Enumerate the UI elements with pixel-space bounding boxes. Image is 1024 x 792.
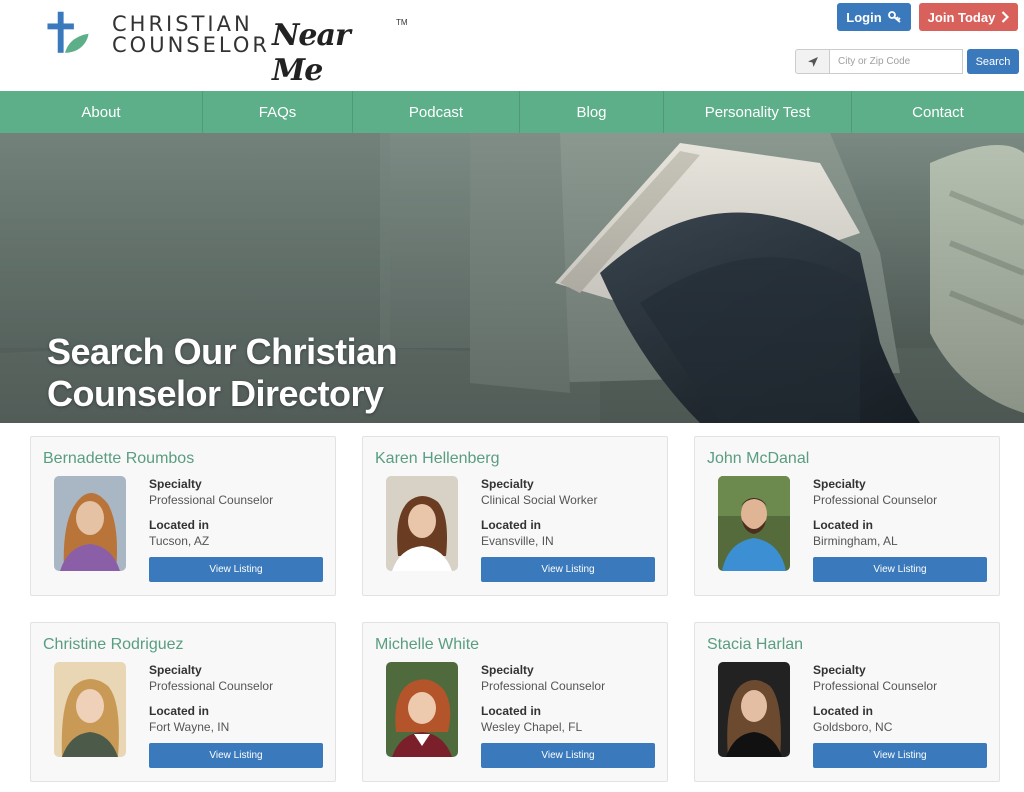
- counselor-name[interactable]: Bernadette Roumbos: [43, 450, 194, 468]
- counselor-photo[interactable]: [386, 476, 458, 571]
- key-icon: [887, 11, 901, 23]
- location-value: Goldsboro, NC: [813, 720, 893, 734]
- hero-title: Search Our Christian Counselor Directory: [47, 331, 398, 414]
- nav-contact[interactable]: Contact: [852, 91, 1024, 133]
- location-search: Search: [795, 49, 1019, 74]
- nav-about[interactable]: About: [0, 91, 203, 133]
- site-header: CHRISTIAN COUNSELOR Near Me TM Login Joi…: [0, 0, 1024, 91]
- site-logo[interactable]: CHRISTIAN COUNSELOR Near Me TM: [46, 4, 408, 88]
- listing-card: John McDanal Specialty Professional Coun…: [694, 436, 1000, 596]
- specialty-label: Specialty: [481, 477, 534, 491]
- counselor-photo[interactable]: [386, 662, 458, 757]
- counselor-photo[interactable]: [54, 476, 126, 571]
- location-arrow-icon: [807, 56, 818, 67]
- cross-leaf-icon: [47, 11, 89, 53]
- location-value: Tucson, AZ: [149, 534, 210, 548]
- logo-trademark: TM: [396, 18, 408, 27]
- view-listing-button[interactable]: View Listing: [813, 557, 987, 582]
- specialty-label: Specialty: [813, 663, 866, 677]
- login-label: Login: [846, 9, 882, 25]
- listing-card: Bernadette Roumbos Specialty Professiona…: [30, 436, 336, 596]
- view-listing-button[interactable]: View Listing: [481, 743, 655, 768]
- view-listing-button[interactable]: View Listing: [481, 557, 655, 582]
- specialty-label: Specialty: [149, 477, 202, 491]
- nav-podcast[interactable]: Podcast: [353, 91, 520, 133]
- location-value: Birmingham, AL: [813, 534, 898, 548]
- counselor-name[interactable]: Stacia Harlan: [707, 636, 803, 654]
- city-zip-input[interactable]: [829, 49, 963, 74]
- nav-personality-test[interactable]: Personality Test: [664, 91, 852, 133]
- search-button[interactable]: Search: [967, 49, 1019, 74]
- counselor-name[interactable]: Christine Rodriguez: [43, 636, 184, 654]
- chevron-right-icon: [1002, 11, 1010, 23]
- location-label: Located in: [149, 518, 210, 532]
- view-listing-button[interactable]: View Listing: [149, 557, 323, 582]
- join-label: Join Today: [927, 9, 996, 25]
- specialty-value: Professional Counselor: [481, 679, 606, 693]
- specialty-label: Specialty: [149, 663, 202, 677]
- counselor-name[interactable]: Michelle White: [375, 636, 479, 654]
- counselor-photo[interactable]: [718, 662, 790, 757]
- specialty-value: Professional Counselor: [813, 679, 938, 693]
- logo-wordmark: CHRISTIAN COUNSELOR: [112, 14, 270, 56]
- listing-card: Karen Hellenberg Specialty Clinical Soci…: [362, 436, 668, 596]
- location-value: Wesley Chapel, FL: [481, 720, 583, 734]
- specialty-value: Professional Counselor: [149, 493, 274, 507]
- hero-banner: Search Our Christian Counselor Directory: [0, 133, 1024, 423]
- view-listing-button[interactable]: View Listing: [149, 743, 323, 768]
- specialty-value: Clinical Social Worker: [481, 493, 598, 507]
- listing-card: Stacia Harlan Specialty Professional Cou…: [694, 622, 1000, 782]
- logo-line2: COUNSELOR: [112, 33, 270, 57]
- specialty-value: Professional Counselor: [813, 493, 938, 507]
- location-label: Located in: [149, 704, 210, 718]
- location-label: Located in: [481, 518, 542, 532]
- nav-blog[interactable]: Blog: [520, 91, 664, 133]
- location-value: Evansville, IN: [481, 534, 554, 548]
- use-location-button[interactable]: [795, 49, 829, 74]
- login-button[interactable]: Login: [837, 3, 911, 31]
- main-nav: About FAQs Podcast Blog Personality Test…: [0, 91, 1024, 133]
- counselor-photo[interactable]: [718, 476, 790, 571]
- location-value: Fort Wayne, IN: [149, 720, 230, 734]
- location-label: Located in: [813, 518, 874, 532]
- listing-card: Michelle White Specialty Professional Co…: [362, 622, 668, 782]
- location-label: Located in: [813, 704, 874, 718]
- location-label: Located in: [481, 704, 542, 718]
- specialty-label: Specialty: [481, 663, 534, 677]
- counselor-listings: Bernadette Roumbos Specialty Professiona…: [0, 423, 1024, 792]
- logo-line1: CHRISTIAN: [112, 12, 253, 36]
- counselor-photo[interactable]: [54, 662, 126, 757]
- specialty-label: Specialty: [813, 477, 866, 491]
- logo-script: Near Me: [272, 18, 351, 88]
- listing-card: Christine Rodriguez Specialty Profession…: [30, 622, 336, 782]
- counselor-name[interactable]: Karen Hellenberg: [375, 450, 500, 468]
- nav-faqs[interactable]: FAQs: [203, 91, 353, 133]
- counselor-name[interactable]: John McDanal: [707, 450, 809, 468]
- specialty-value: Professional Counselor: [149, 679, 274, 693]
- join-today-button[interactable]: Join Today: [919, 3, 1018, 31]
- view-listing-button[interactable]: View Listing: [813, 743, 987, 768]
